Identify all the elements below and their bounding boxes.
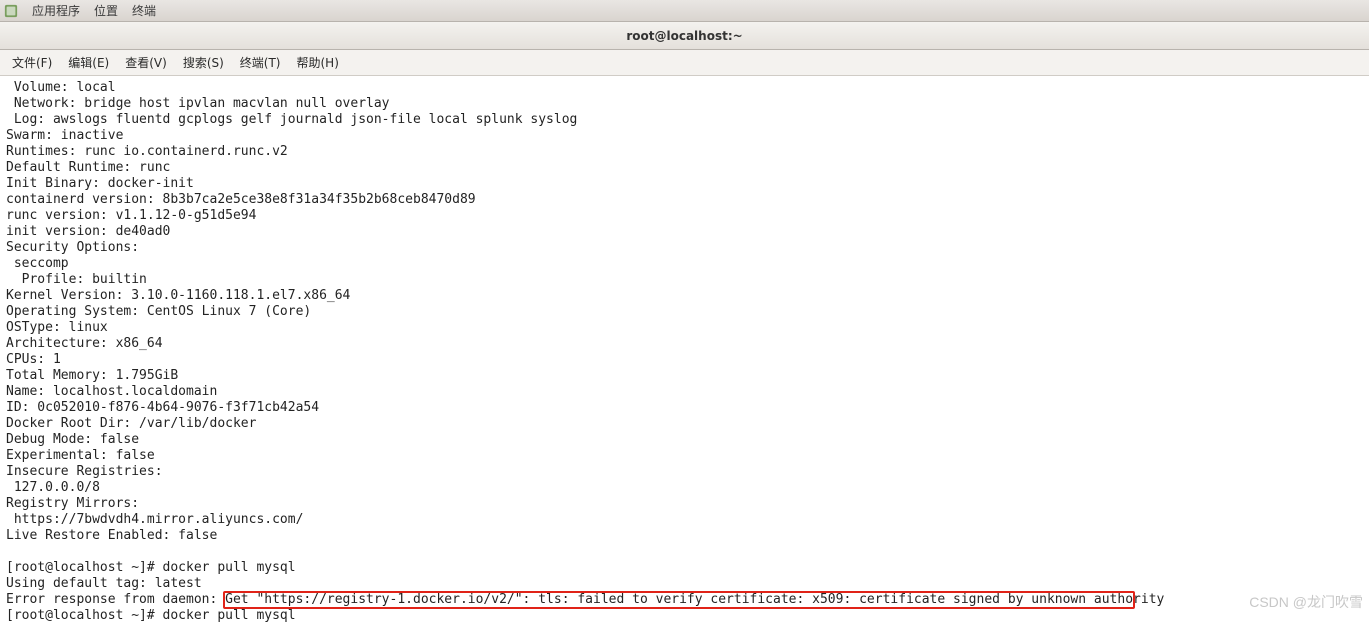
terminal-line: Experimental: false bbox=[6, 448, 1363, 464]
terminal-line: Log: awslogs fluentd gcplogs gelf journa… bbox=[6, 112, 1363, 128]
menu-terminal[interactable]: 终端(T) bbox=[234, 52, 287, 73]
terminal-menu-bar: 文件(F) 编辑(E) 查看(V) 搜索(S) 终端(T) 帮助(H) bbox=[0, 50, 1369, 76]
terminal-line: Network: bridge host ipvlan macvlan null… bbox=[6, 96, 1363, 112]
panel-menu-terminal[interactable]: 终端 bbox=[132, 2, 156, 19]
terminal-line: Name: localhost.localdomain bbox=[6, 384, 1363, 400]
terminal-line: Docker Root Dir: /var/lib/docker bbox=[6, 416, 1363, 432]
terminal-line: Architecture: x86_64 bbox=[6, 336, 1363, 352]
terminal-line: https://7bwdvdh4.mirror.aliyuncs.com/ bbox=[6, 512, 1363, 528]
terminal-line: Live Restore Enabled: false bbox=[6, 528, 1363, 544]
menu-view[interactable]: 查看(V) bbox=[119, 52, 173, 73]
terminal-line: seccomp bbox=[6, 256, 1363, 272]
terminal-line: Debug Mode: false bbox=[6, 432, 1363, 448]
terminal-line bbox=[6, 544, 1363, 560]
terminal-line: Security Options: bbox=[6, 240, 1363, 256]
terminal-line: CPUs: 1 bbox=[6, 352, 1363, 368]
terminal-line: containerd version: 8b3b7ca2e5ce38e8f31a… bbox=[6, 192, 1363, 208]
terminal-line: [root@localhost ~]# docker pull mysql bbox=[6, 608, 1363, 624]
terminal-line: Kernel Version: 3.10.0-1160.118.1.el7.x8… bbox=[6, 288, 1363, 304]
terminal-line: 127.0.0.0/8 bbox=[6, 480, 1363, 496]
window-title-bar: root@localhost:~ bbox=[0, 22, 1369, 50]
terminal-line: Volume: local bbox=[6, 80, 1363, 96]
terminal-output[interactable]: Volume: local Network: bridge host ipvla… bbox=[0, 76, 1369, 624]
system-icon bbox=[4, 4, 18, 18]
terminal-line: [root@localhost ~]# docker pull mysql bbox=[6, 560, 1363, 576]
menu-help[interactable]: 帮助(H) bbox=[291, 52, 345, 73]
terminal-line: Runtimes: runc io.containerd.runc.v2 bbox=[6, 144, 1363, 160]
terminal-line: init version: de40ad0 bbox=[6, 224, 1363, 240]
terminal-line: Init Binary: docker-init bbox=[6, 176, 1363, 192]
terminal-line: Using default tag: latest bbox=[6, 576, 1363, 592]
terminal-line: Swarm: inactive bbox=[6, 128, 1363, 144]
desktop-top-panel: 应用程序 位置 终端 bbox=[0, 0, 1369, 22]
terminal-line: Error response from daemon: Get "https:/… bbox=[6, 592, 1363, 608]
terminal-line: OSType: linux bbox=[6, 320, 1363, 336]
terminal-line: Profile: builtin bbox=[6, 272, 1363, 288]
window-title: root@localhost:~ bbox=[626, 29, 742, 43]
terminal-line: Registry Mirrors: bbox=[6, 496, 1363, 512]
menu-search[interactable]: 搜索(S) bbox=[177, 52, 230, 73]
panel-menu-applications[interactable]: 应用程序 bbox=[32, 2, 80, 19]
terminal-line: Total Memory: 1.795GiB bbox=[6, 368, 1363, 384]
terminal-line: Insecure Registries: bbox=[6, 464, 1363, 480]
menu-edit[interactable]: 编辑(E) bbox=[62, 52, 115, 73]
panel-menu-places[interactable]: 位置 bbox=[94, 2, 118, 19]
terminal-line: Operating System: CentOS Linux 7 (Core) bbox=[6, 304, 1363, 320]
menu-file[interactable]: 文件(F) bbox=[6, 52, 58, 73]
terminal-line: runc version: v1.1.12-0-g51d5e94 bbox=[6, 208, 1363, 224]
terminal-line: Default Runtime: runc bbox=[6, 160, 1363, 176]
terminal-line: ID: 0c052010-f876-4b64-9076-f3f71cb42a54 bbox=[6, 400, 1363, 416]
